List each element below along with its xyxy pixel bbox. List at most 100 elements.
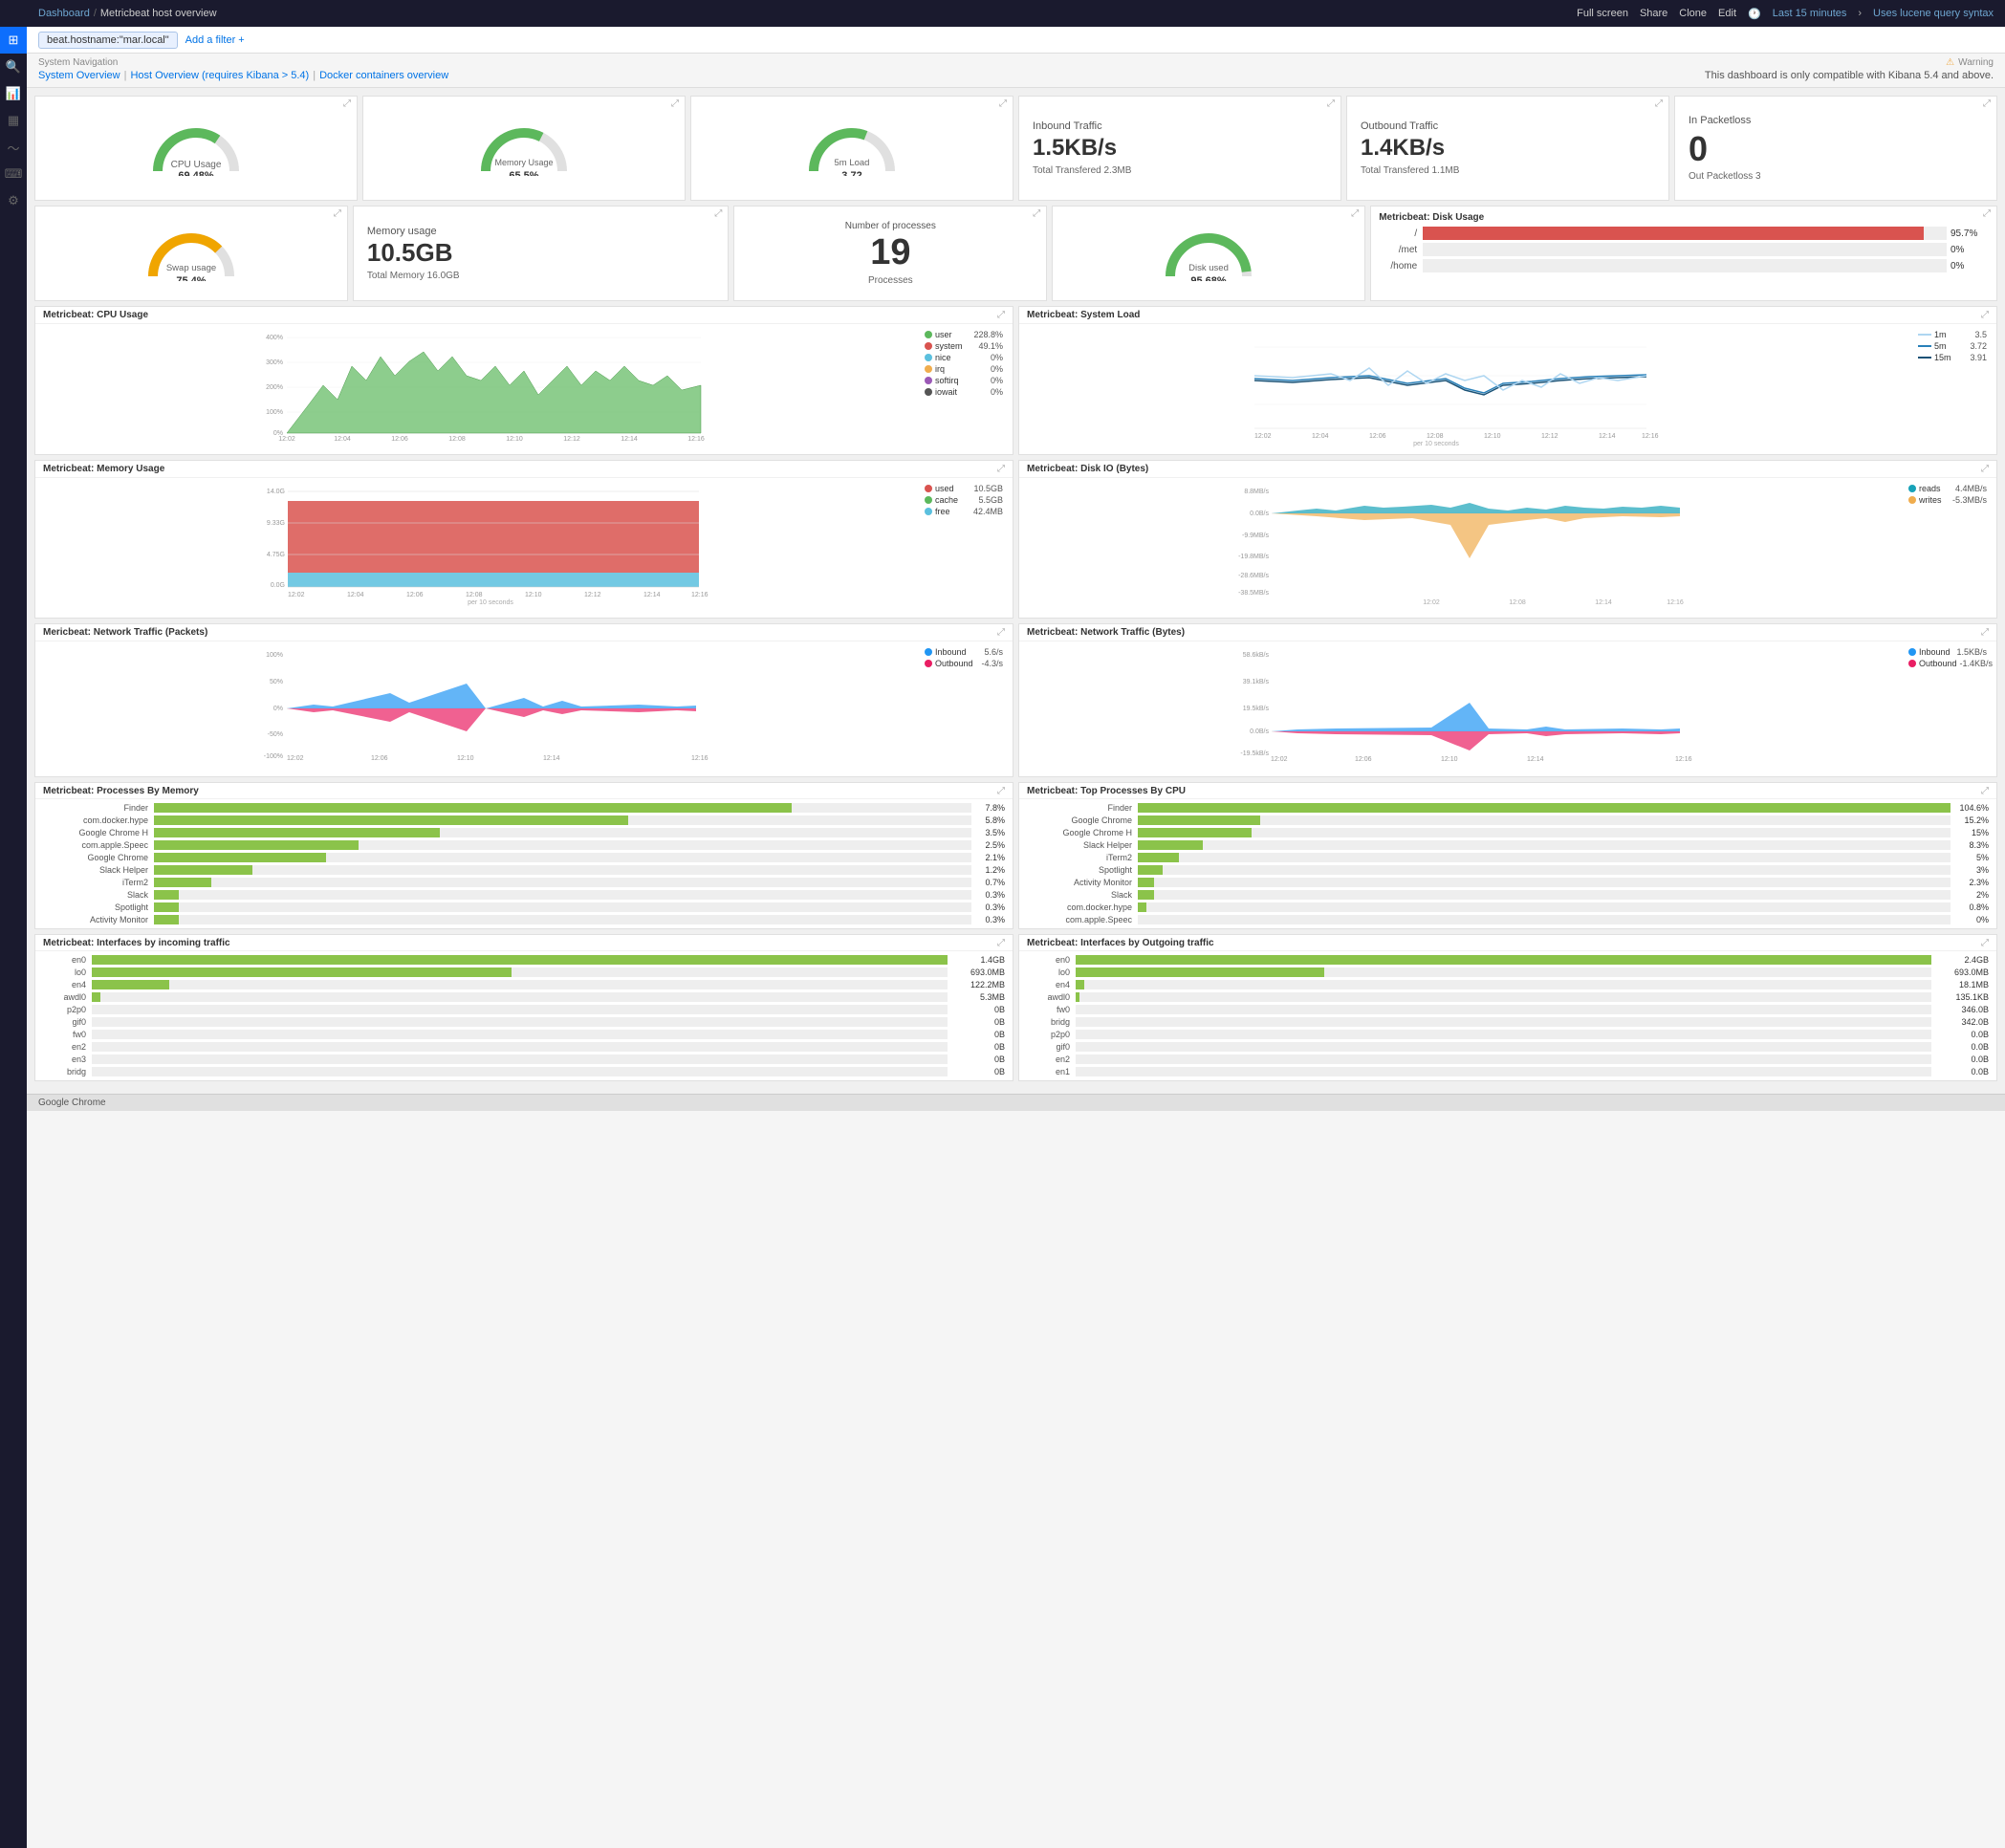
list-item: Finder 7.8% xyxy=(43,803,1005,813)
expand-icon[interactable]: ⤢ xyxy=(1981,938,1989,948)
svg-text:100%: 100% xyxy=(266,409,283,416)
time-label[interactable]: Last 15 minutes xyxy=(1773,8,1847,19)
svg-text:12:04: 12:04 xyxy=(334,436,351,443)
expand-icon[interactable]: ⤢ xyxy=(1983,98,1991,109)
filter-bar: beat.hostname:"mar.local" Add a filter + xyxy=(27,27,2005,54)
svg-text:12:06: 12:06 xyxy=(391,436,408,443)
processes-cpu-list: Finder 104.6% Google Chrome 15.2% Google… xyxy=(1019,799,1996,928)
svg-text:19.5kB/s: 19.5kB/s xyxy=(1243,706,1270,712)
sidebar-icon-dev[interactable]: ⌨ xyxy=(0,161,27,187)
expand-icon[interactable]: ⤢ xyxy=(714,208,722,219)
expand-icon[interactable]: ⤢ xyxy=(1981,310,1989,320)
expand-icon[interactable]: ⤢ xyxy=(997,627,1005,638)
processes-panel: ⤢ Number of processes 19 Processes xyxy=(733,206,1047,301)
svg-text:200%: 200% xyxy=(266,384,283,391)
sidebar-icon-visualize[interactable]: 📊 xyxy=(0,80,27,107)
share-btn[interactable]: Share xyxy=(1640,8,1667,19)
expand-icon[interactable]: ⤢ xyxy=(343,98,351,109)
expand-icon[interactable]: ⤢ xyxy=(1655,98,1663,109)
list-item: fw0 346.0B xyxy=(1027,1005,1989,1014)
nav-system-overview[interactable]: System Overview xyxy=(38,70,120,81)
disk-io-legend: reads4.4MB/s writes-5.3MB/s xyxy=(1905,482,1991,614)
list-item: Google Chrome 15.2% xyxy=(1027,815,1989,825)
list-item: iTerm2 5% xyxy=(1027,853,1989,862)
nav-docker-overview[interactable]: Docker containers overview xyxy=(319,70,448,81)
svg-text:12:08: 12:08 xyxy=(1509,599,1526,606)
nav-host-overview[interactable]: Host Overview (requires Kibana > 5.4) xyxy=(130,70,309,81)
expand-icon[interactable]: ⤢ xyxy=(999,98,1007,109)
sidebar-icon-dashboard[interactable]: ▦ xyxy=(0,107,27,134)
list-item: en0 1.4GB xyxy=(43,955,1005,965)
inbound-value: 1.5KB/s xyxy=(1033,136,1327,161)
svg-text:-19.8MB/s: -19.8MB/s xyxy=(1238,554,1269,560)
svg-text:12:14: 12:14 xyxy=(543,755,560,762)
disk-gauge-panel: ⤢ Disk used 95.68% xyxy=(1052,206,1365,301)
expand-icon[interactable]: ⤢ xyxy=(997,786,1005,796)
expand-icon[interactable]: ⤢ xyxy=(997,464,1005,474)
list-item: bridg 342.0B xyxy=(1027,1017,1989,1027)
svg-text:12:06: 12:06 xyxy=(1355,756,1372,763)
expand-icon[interactable]: ⤢ xyxy=(1981,464,1989,474)
disk-io-svg: 8.8MB/s 0.0B/s -9.9MB/s -19.8MB/s -28.6M… xyxy=(1025,482,1905,611)
expand-icon[interactable]: ⤢ xyxy=(997,310,1005,320)
edit-btn[interactable]: Edit xyxy=(1718,8,1736,19)
memory-gauge-panel: ⤢ Memory Usage 65.5% xyxy=(362,96,686,201)
svg-text:12:16: 12:16 xyxy=(691,755,708,762)
swap-gauge-svg: Swap usage 75.4% xyxy=(143,228,239,281)
svg-text:12:14: 12:14 xyxy=(621,436,638,443)
clone-btn[interactable]: Clone xyxy=(1679,8,1707,19)
breadcrumb-dashboard[interactable]: Dashboard xyxy=(38,8,90,19)
svg-text:12:12: 12:12 xyxy=(584,592,601,598)
svg-text:12:08: 12:08 xyxy=(448,436,466,443)
svg-text:CPU Usage: CPU Usage xyxy=(171,160,222,170)
svg-text:65.5%: 65.5% xyxy=(509,170,538,176)
expand-icon[interactable]: ⤢ xyxy=(1981,627,1989,638)
svg-text:-100%: -100% xyxy=(264,753,283,760)
expand-icon[interactable]: ⤢ xyxy=(1033,208,1040,219)
svg-text:58.6kB/s: 58.6kB/s xyxy=(1243,652,1270,659)
sidebar-icon-timelion[interactable]: 〜 xyxy=(0,134,27,161)
fullscreen-btn[interactable]: Full screen xyxy=(1577,8,1628,19)
disk-bar-row-3: /home 0% xyxy=(1379,259,1989,272)
sidebar-icon-discover[interactable]: 🔍 xyxy=(0,54,27,80)
nav-bar: System Navigation System Overview | Host… xyxy=(27,54,2005,88)
google-chrome-taskbar[interactable]: Google Chrome xyxy=(38,1098,106,1108)
expand-icon[interactable]: ⤢ xyxy=(334,208,341,219)
expand-icon[interactable]: ⤢ xyxy=(1327,98,1335,109)
expand-icon[interactable]: ⤢ xyxy=(1351,208,1359,219)
expand-icon[interactable]: ⤢ xyxy=(1983,208,1991,219)
svg-text:39.1kB/s: 39.1kB/s xyxy=(1243,679,1270,685)
expand-icon[interactable]: ⤢ xyxy=(997,938,1005,948)
svg-text:12:14: 12:14 xyxy=(1599,433,1616,440)
memory-chart-legend: used10.5GB cache5.5GB free42.4MB xyxy=(921,482,1007,609)
svg-text:12:14: 12:14 xyxy=(1595,599,1612,606)
processes-value: 19 xyxy=(870,233,910,273)
breadcrumb: Dashboard / Metricbeat host overview xyxy=(38,8,217,19)
lucene-link[interactable]: Uses lucene query syntax xyxy=(1873,8,1994,19)
expand-icon[interactable]: ⤢ xyxy=(1981,786,1989,796)
svg-text:12:10: 12:10 xyxy=(1484,433,1501,440)
svg-text:3.72: 3.72 xyxy=(841,170,861,176)
svg-text:0%: 0% xyxy=(273,706,283,712)
network-bytes-panel: Metricbeat: Network Traffic (Bytes) ⤢ 58… xyxy=(1018,623,1997,777)
svg-text:12:10: 12:10 xyxy=(525,592,542,598)
list-item: awdl0 5.3MB xyxy=(43,992,1005,1002)
top-bar: Dashboard / Metricbeat host overview Ful… xyxy=(27,0,2005,27)
disk-gauge-svg: Disk used 95.68% xyxy=(1161,228,1256,281)
inbound-sub: Total Transfered 2.3MB xyxy=(1033,165,1327,176)
memory-chart-svg: 14.0G 9.33G 4.75G 0.0G xyxy=(41,482,921,606)
memory-usage-sub: Total Memory 16.0GB xyxy=(367,271,714,281)
list-item: Spotlight 0.3% xyxy=(43,902,1005,912)
expand-icon[interactable]: ⤢ xyxy=(671,98,679,109)
list-item: Activity Monitor 2.3% xyxy=(1027,878,1989,887)
svg-text:8.8MB/s: 8.8MB/s xyxy=(1244,489,1269,495)
cpu-chart-panel: Metricbeat: CPU Usage ⤢ 400% 300% 200% 1… xyxy=(34,306,1013,455)
inbound-title: Inbound Traffic xyxy=(1033,120,1327,132)
hostname-filter[interactable]: beat.hostname:"mar.local" xyxy=(38,32,178,49)
list-item: en2 0.0B xyxy=(1027,1054,1989,1064)
add-filter-btn[interactable]: Add a filter + xyxy=(185,34,245,46)
sidebar-icon-management[interactable]: ⚙ xyxy=(0,187,27,214)
sidebar-icon-home[interactable]: ⊞ xyxy=(0,27,27,54)
svg-text:95.68%: 95.68% xyxy=(1191,275,1228,281)
list-item: Spotlight 3% xyxy=(1027,865,1989,875)
